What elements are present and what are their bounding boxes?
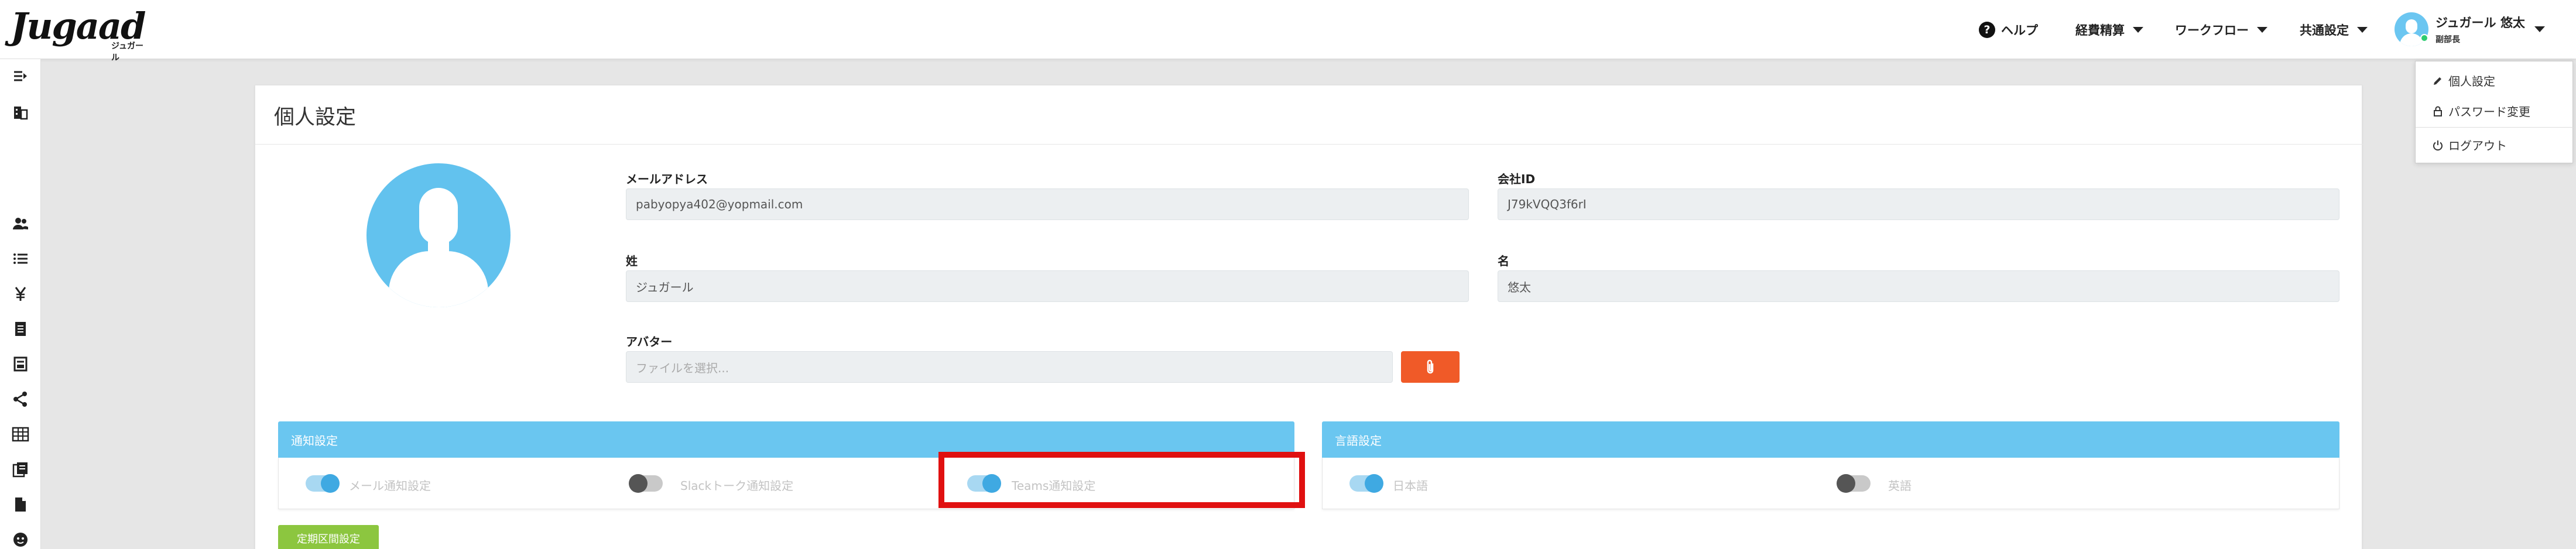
dropdown-item-change-password[interactable]: パスワード変更 [2432,102,2530,119]
email-notification-toggle[interactable] [306,474,340,493]
power-icon [2433,140,2443,150]
dropdown-item-label: 個人設定 [2448,74,2495,88]
menu-expense-label: 経費精算 [2075,23,2125,37]
help-icon: ? [1979,21,1995,38]
user-menu[interactable]: ジュガール 悠太 副部長 [2395,12,2545,47]
menu-workflow[interactable]: ワークフロー [2175,0,2267,59]
user-role: 副部長 [2435,35,2460,44]
email-field[interactable]: pabyopya402@yopmail.com [626,188,1469,220]
teams-highlight-box [938,452,1305,508]
language-settings-body: 日本語 英語 [1322,458,2339,509]
caret-down-icon [2257,26,2267,33]
company-id-field[interactable]: J79kVQQ3f6rI [1498,188,2339,220]
left-sidebar [0,59,41,549]
language-settings-section: 言語設定 日本語 英語 [1322,421,2339,509]
lock-icon [2434,106,2442,116]
attach-file-button[interactable] [1401,351,1460,383]
online-status-icon [2420,34,2428,42]
english-language-toggle[interactable] [1837,474,1871,493]
menu-expense[interactable]: 経費精算 [2075,0,2143,59]
email-label: メールアドレス [626,172,708,186]
users-icon[interactable] [12,215,29,232]
help-link[interactable]: ? ヘルプ [1979,0,2038,59]
building-icon[interactable] [12,104,29,121]
yen-icon[interactable] [12,285,29,303]
list-icon[interactable] [12,250,29,267]
commuter-pass-settings-button[interactable]: 定期区間設定 [278,525,379,549]
share-icon[interactable] [12,390,29,408]
caret-down-icon [2133,26,2143,33]
first-name-field[interactable]: 悠太 [1498,270,2339,302]
profile-avatar [366,163,511,307]
receipt-icon[interactable] [12,355,29,373]
user-dropdown-menu: 個人設定 パスワード変更 ログアウト [2415,61,2574,163]
user-name: ジュガール 悠太 [2435,16,2525,30]
company-id-label: 会社ID [1498,172,1536,186]
avatar-file-input[interactable]: ファイルを選択... [626,351,1393,383]
face-icon[interactable] [12,531,29,548]
dropdown-divider [2416,127,2574,128]
menu-common-settings[interactable]: 共通設定 [2300,0,2368,59]
japanese-language-label: 日本語 [1393,479,1428,493]
logo-subtext: ジュガール [111,42,144,63]
japanese-language-toggle[interactable] [1349,474,1383,493]
dropdown-item-personal-settings[interactable]: 個人設定 [2432,72,2495,89]
table-icon[interactable] [12,426,29,443]
menu-common-settings-label: 共通設定 [2300,23,2349,37]
document-icon[interactable] [12,320,29,338]
first-name-label: 名 [1498,254,1509,268]
caret-down-icon [2357,26,2368,33]
copy-icon[interactable] [12,461,29,478]
english-language-label: 英語 [1888,479,1912,493]
help-label: ヘルプ [2001,23,2038,37]
pencil-icon [2434,77,2441,85]
expand-icon[interactable] [12,67,29,85]
dropdown-item-label: ログアウト [2448,139,2507,153]
slack-notification-label: Slackトーク通知設定 [680,479,794,493]
dropdown-item-logout[interactable]: ログアウト [2432,136,2507,153]
top-navbar: Jugaad ジュガール ? ヘルプ 経費精算 ワークフロー 共通設定 ジュガー… [0,0,2576,63]
last-name-field[interactable]: ジュガール [626,270,1469,302]
caret-down-icon [2534,26,2545,32]
paperclip-icon [1427,359,1434,374]
app-logo[interactable]: Jugaad ジュガール [11,5,151,63]
avatar-label: アバター [626,335,673,349]
menu-workflow-label: ワークフロー [2175,23,2249,37]
slack-notification-toggle[interactable] [629,474,663,493]
email-notification-label: メール通知設定 [349,479,431,493]
title-divider [255,144,2363,145]
language-settings-header: 言語設定 [1322,421,2339,458]
last-name-label: 姓 [626,254,638,268]
page-title: 個人設定 [274,106,357,129]
file-icon[interactable] [12,496,29,513]
dropdown-item-label: パスワード変更 [2448,105,2530,119]
